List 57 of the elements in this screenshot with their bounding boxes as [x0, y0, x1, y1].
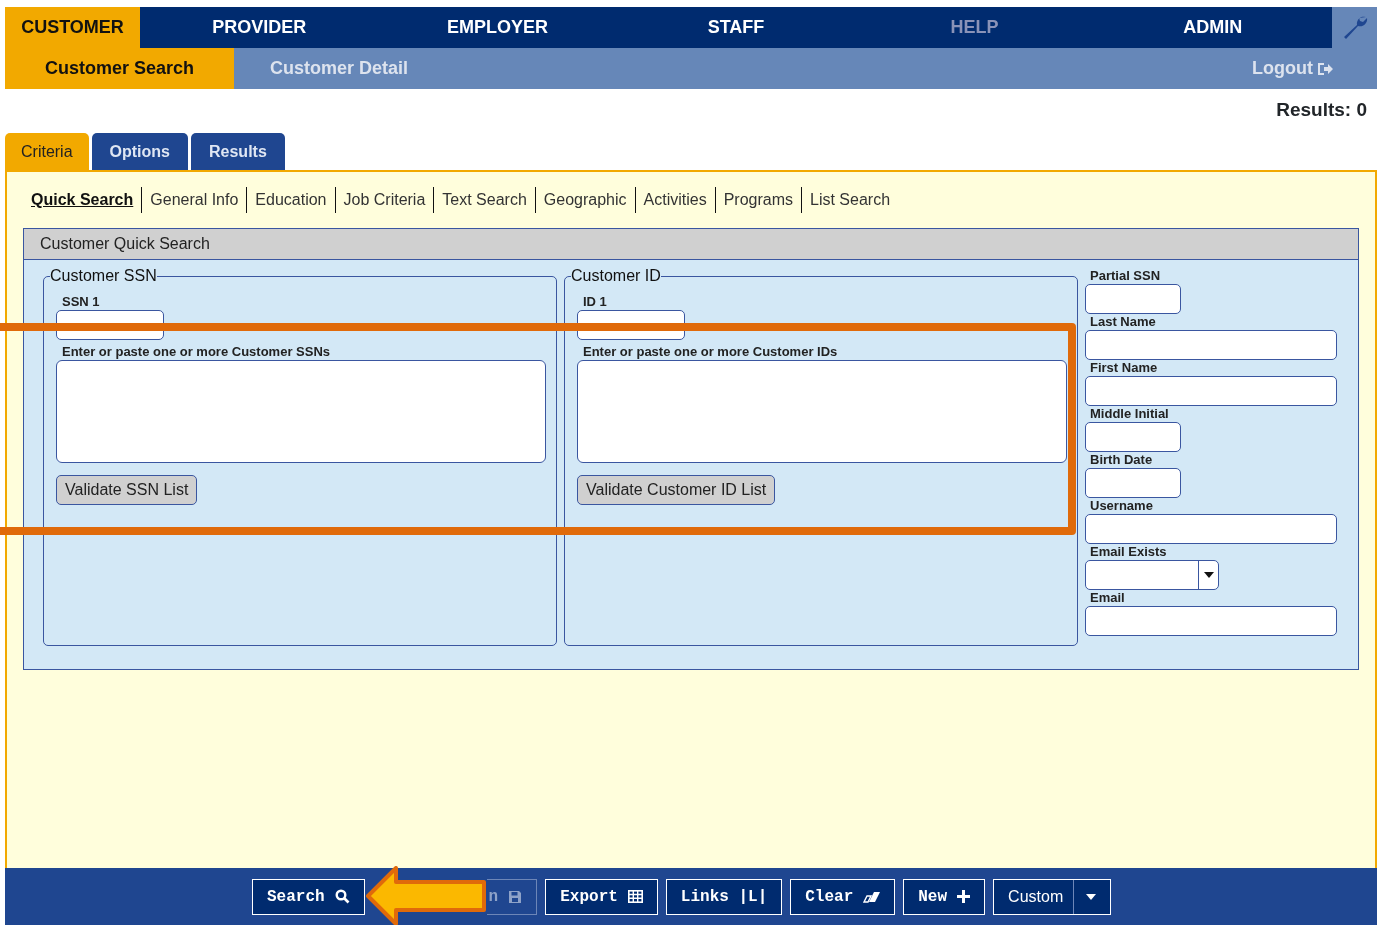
logout-icon — [1317, 61, 1333, 76]
eraser-icon — [863, 890, 881, 903]
toolbar-button[interactable]: Search — [252, 878, 365, 915]
sub-tab-link[interactable]: Quick Search — [31, 187, 142, 213]
dropdown-field[interactable] — [1085, 560, 1219, 590]
list-textarea[interactable] — [56, 360, 546, 463]
tab[interactable]: Options — [91, 133, 188, 170]
field-label: Email — [1089, 590, 1126, 606]
search-icon — [334, 889, 350, 904]
text-field[interactable] — [1085, 376, 1337, 406]
sub-tab-link[interactable]: Programs — [714, 187, 801, 213]
text-field[interactable] — [1085, 468, 1181, 498]
toolbar-button[interactable]: Export — [545, 878, 658, 915]
sub-tab-link[interactable]: Job Criteria — [334, 187, 434, 213]
list-textarea[interactable] — [577, 360, 1067, 463]
plus-icon — [957, 890, 971, 903]
toolbar-button[interactable]: Links |L| — [665, 878, 783, 915]
text-field[interactable] — [1085, 284, 1181, 314]
results-count: Results: 0 — [1276, 97, 1367, 122]
field-label: Enter or paste one or more Customer IDs — [582, 344, 839, 360]
field-label: Birth Date — [1089, 452, 1154, 468]
field-label: Last Name — [1089, 314, 1157, 330]
field-label: First Name — [1089, 360, 1159, 376]
sub-tab-link[interactable]: List Search — [801, 187, 899, 213]
text-field[interactable] — [1085, 606, 1337, 636]
sub-tab-link[interactable]: Text Search — [433, 187, 535, 213]
validate-button[interactable]: Validate SSN List — [56, 475, 198, 505]
table-icon — [627, 890, 643, 903]
tab[interactable]: Criteria — [5, 133, 89, 170]
settings-icon[interactable] — [1332, 7, 1378, 48]
sub-nav-tab[interactable]: Customer Search — [5, 48, 234, 89]
sub-tab-link[interactable]: General Info — [141, 187, 247, 213]
field-label: Username — [1089, 498, 1154, 514]
toolbar-button[interactable]: New — [903, 878, 986, 915]
field-label: Enter or paste one or more Customer SSNs — [61, 344, 331, 360]
nav-tab[interactable]: ADMIN — [1093, 7, 1333, 48]
field-label: Partial SSN — [1089, 268, 1162, 284]
tab[interactable]: Results — [191, 133, 285, 170]
validate-button[interactable]: Validate Customer ID List — [577, 475, 776, 505]
sub-tab-link[interactable]: Activities — [634, 187, 715, 213]
field-label: Email Exists — [1089, 544, 1168, 560]
field-label: SSN 1 — [61, 294, 101, 310]
caret-icon — [1073, 879, 1097, 914]
field-label: ID 1 — [582, 294, 608, 310]
nav-tab[interactable]: CUSTOMER — [5, 7, 140, 48]
nav-tab[interactable]: PROVIDER — [140, 7, 379, 48]
nav-tab[interactable]: STAFF — [616, 7, 856, 48]
field-label: Middle Initial — [1089, 406, 1170, 422]
toolbar-button[interactable]: Clear — [790, 878, 896, 915]
text-field[interactable] — [1085, 514, 1337, 544]
text-field[interactable] — [1085, 330, 1337, 360]
panel-header: Customer Quick Search — [24, 229, 1358, 260]
nav-tab[interactable]: EMPLOYER — [378, 7, 617, 48]
text-field[interactable] — [1085, 422, 1181, 452]
toolbar-button[interactable]: Custom — [993, 878, 1112, 915]
sub-tab-link[interactable]: Geographic — [534, 187, 635, 213]
sub-tab-link[interactable]: Education — [246, 187, 335, 213]
